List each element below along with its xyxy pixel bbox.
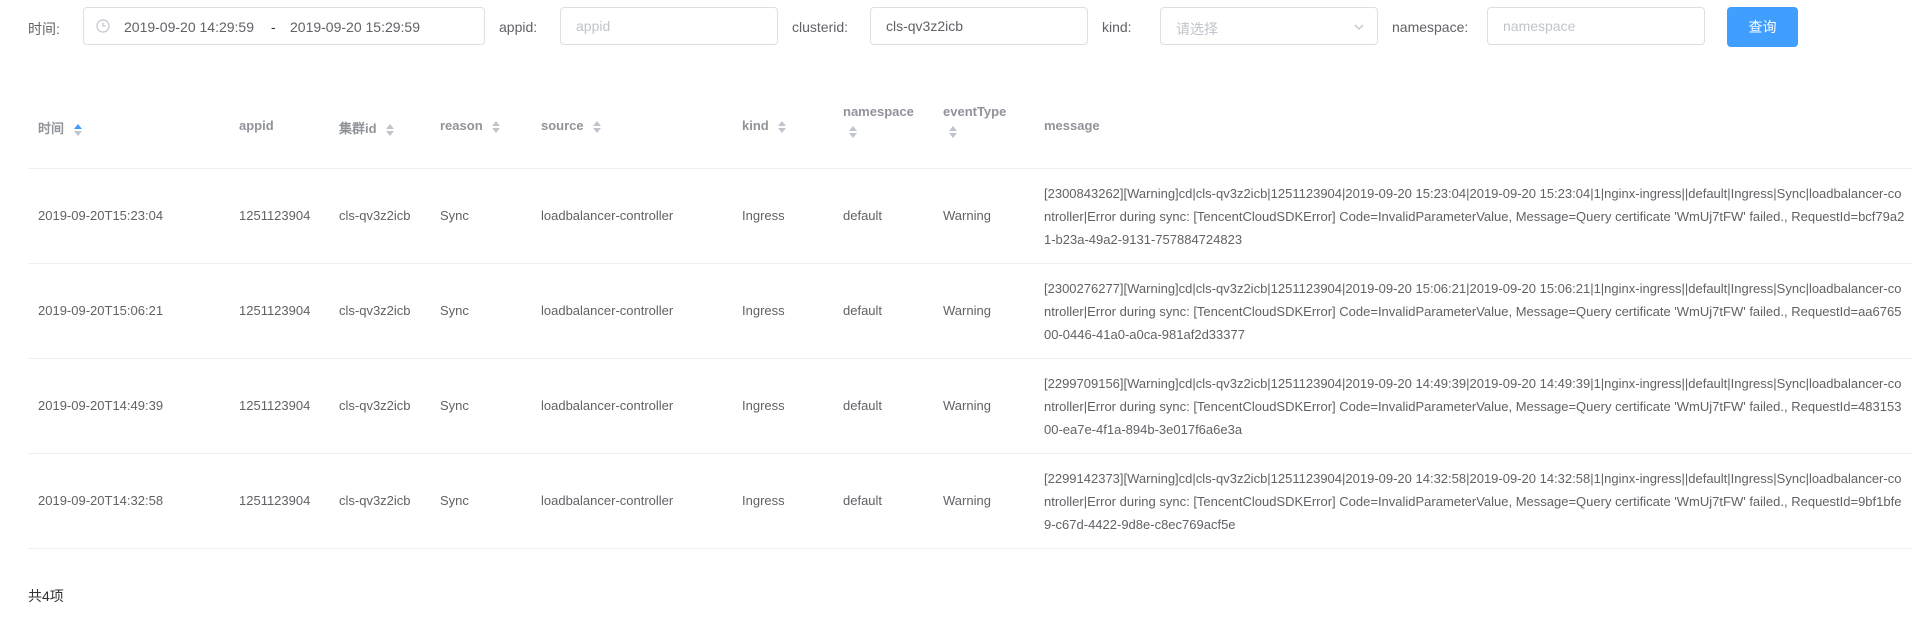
cell-clusterid: cls-qv3z2icb (339, 303, 411, 318)
table-row: 2019-09-20T15:06:21 1251123904 cls-qv3z2… (28, 264, 1912, 359)
cell-source: loadbalancer-controller (541, 493, 674, 508)
column-header-appid: appid (239, 118, 274, 133)
pagination-total: 共4项 (28, 588, 64, 604)
cell-appid: 1251123904 (239, 303, 311, 318)
kind-select[interactable]: 请选择 (1160, 7, 1378, 45)
cell-time: 2019-09-20T15:06:21 (38, 303, 164, 318)
table-row: 2019-09-20T14:32:58 1251123904 cls-qv3z2… (28, 454, 1912, 549)
time-label: 时间: (28, 21, 60, 37)
cell-message: [2300843262][Warning]cd|cls-qv3z2icb|125… (1044, 186, 1905, 247)
cell-reason: Sync (440, 493, 469, 508)
table-row: 2019-09-20T14:49:39 1251123904 cls-qv3z2… (28, 359, 1912, 454)
column-header-namespace[interactable]: namespace (843, 104, 914, 139)
date-range-end[interactable]: 2019-09-20 15:29:59 (290, 19, 420, 35)
cell-kind: Ingress (742, 303, 785, 318)
cell-reason: Sync (440, 303, 469, 318)
sort-icon[interactable] (73, 123, 82, 137)
column-header-time[interactable]: 时间 (38, 118, 82, 137)
cell-appid: 1251123904 (239, 398, 311, 413)
appid-label: appid: (499, 19, 538, 35)
table-header: 时间 appid 集群id reason source kind namespa… (28, 80, 1912, 169)
cell-eventtype: Warning (943, 398, 991, 413)
column-header-source-label: source (541, 118, 584, 133)
column-header-appid-label: appid (239, 118, 274, 133)
sort-icon[interactable] (949, 125, 957, 139)
cell-namespace: default (843, 303, 883, 318)
clock-icon (96, 19, 110, 33)
cell-reason: Sync (440, 398, 469, 413)
cell-clusterid: cls-qv3z2icb (339, 398, 411, 413)
cell-source: loadbalancer-controller (541, 208, 674, 223)
kind-label: kind: (1102, 19, 1132, 35)
cell-namespace: default (843, 398, 883, 413)
cell-eventtype: Warning (943, 208, 991, 223)
date-range-picker[interactable]: 2019-09-20 14:29:59 - 2019-09-20 15:29:5… (83, 7, 485, 45)
cell-kind: Ingress (742, 398, 785, 413)
cell-eventtype: Warning (943, 303, 991, 318)
cell-time: 2019-09-20T14:49:39 (38, 398, 164, 413)
column-header-eventtype-label: eventType (943, 104, 1007, 119)
namespace-label: namespace: (1392, 19, 1469, 35)
cell-appid: 1251123904 (239, 208, 311, 223)
column-header-message-label: message (1044, 118, 1100, 133)
sort-icon[interactable] (492, 120, 501, 134)
cell-namespace: default (843, 208, 883, 223)
chevron-down-icon (1354, 24, 1364, 30)
column-header-message: message (1044, 118, 1100, 133)
cell-message: [2299142373][Warning]cd|cls-qv3z2icb|125… (1044, 471, 1902, 532)
sort-icon[interactable] (778, 120, 787, 134)
sort-icon[interactable] (849, 125, 857, 139)
events-table: 时间 appid 集群id reason source kind namespa… (28, 80, 1912, 549)
table-body: 2019-09-20T15:23:04 1251123904 cls-qv3z2… (28, 169, 1912, 549)
kind-select-placeholder: 请选择 (1176, 21, 1218, 37)
column-header-source[interactable]: source (541, 118, 602, 134)
cell-eventtype: Warning (943, 493, 991, 508)
namespace-input[interactable] (1487, 7, 1705, 45)
column-header-eventtype[interactable]: eventType (943, 104, 1006, 139)
cell-kind: Ingress (742, 493, 785, 508)
cell-message: [2299709156][Warning]cd|cls-qv3z2icb|125… (1044, 376, 1902, 437)
cell-appid: 1251123904 (239, 493, 311, 508)
table-row: 2019-09-20T15:23:04 1251123904 cls-qv3z2… (28, 169, 1912, 264)
clusterid-input[interactable] (870, 7, 1088, 45)
column-header-kind-label: kind (742, 118, 769, 133)
cell-source: loadbalancer-controller (541, 303, 674, 318)
cell-time: 2019-09-20T14:32:58 (38, 493, 164, 508)
cell-clusterid: cls-qv3z2icb (339, 208, 411, 223)
column-header-kind[interactable]: kind (742, 118, 787, 134)
query-button[interactable]: 查询 (1727, 7, 1798, 47)
column-header-time-label: 时间 (38, 121, 65, 136)
column-header-namespace-label: namespace (843, 104, 914, 119)
sort-icon[interactable] (386, 123, 395, 137)
date-range-separator: - (271, 19, 276, 35)
cell-clusterid: cls-qv3z2icb (339, 493, 411, 508)
column-header-reason[interactable]: reason (440, 118, 501, 134)
cell-source: loadbalancer-controller (541, 398, 674, 413)
cell-message: [2300276277][Warning]cd|cls-qv3z2icb|125… (1044, 281, 1902, 342)
column-header-reason-label: reason (440, 118, 483, 133)
cell-time: 2019-09-20T15:23:04 (38, 208, 164, 223)
cell-reason: Sync (440, 208, 469, 223)
cell-kind: Ingress (742, 208, 785, 223)
date-range-start[interactable]: 2019-09-20 14:29:59 (124, 19, 254, 35)
appid-input[interactable] (560, 7, 778, 45)
column-header-clusterid-label: 集群id (339, 121, 377, 136)
sort-icon[interactable] (593, 120, 602, 134)
clusterid-label: clusterid: (792, 19, 849, 35)
column-header-clusterid[interactable]: 集群id (339, 118, 395, 137)
filter-bar: 时间: 2019-09-20 14:29:59 - 2019-09-20 15:… (0, 0, 1920, 54)
cell-namespace: default (843, 493, 883, 508)
